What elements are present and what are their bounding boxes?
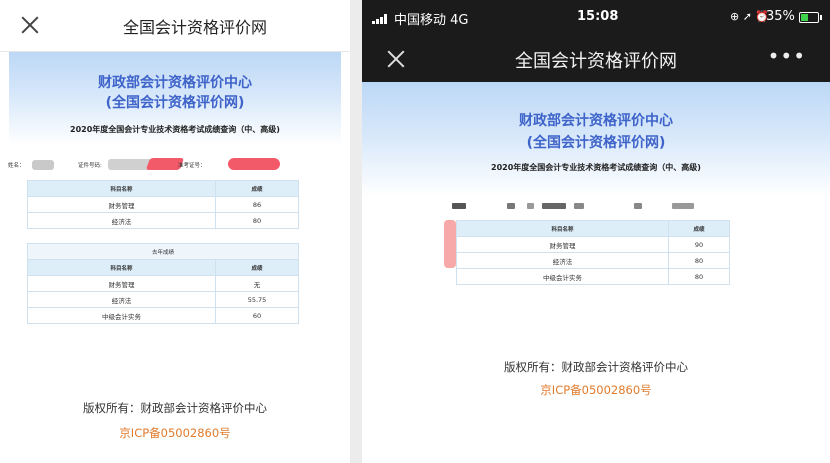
icp-link[interactable]: 京ICP备05002860号 [362, 382, 830, 398]
org-subname: (全国会计资格评价网) [526, 135, 666, 151]
left-panel: 全国会计资格评价网 财政部会计资格评价中心 (全国会计资格评价网) 2020年度… [0, 0, 350, 463]
table-row: 财务管理 无 [27, 275, 299, 292]
table-row: 经济法 55.75 [27, 291, 299, 308]
score-cell: 60 [215, 307, 299, 324]
screenshot-composite: 全国会计资格评价网 财政部会计资格评价中心 (全国会计资格评价网) 2020年度… [0, 0, 830, 463]
copyright-text: 版权所有：财政部会计资格评价中心 [83, 401, 267, 415]
table-row: 经济法 80 [27, 212, 299, 229]
last-year-table: 去年成绩 科目名称 成绩 财务管理 无 经济法 55.75 中级会计实务 60 [27, 243, 299, 324]
col-subject-header: 科目名称 [27, 180, 216, 197]
subject-cell: 中级会计实务 [456, 268, 669, 285]
left-nav-bar: 全国会计资格评价网 [0, 0, 350, 52]
battery-cap [820, 15, 822, 20]
score-cell: 80 [215, 212, 299, 229]
nav-title: 全国会计资格评价网 [515, 51, 677, 72]
table-row: 财务管理 86 [27, 196, 299, 213]
score-cell: 80 [668, 252, 730, 269]
table-row: 财务管理 90 [456, 236, 730, 253]
more-icon[interactable]: ••• [768, 44, 806, 68]
subject-cell: 财务管理 [27, 275, 216, 292]
header-banner: 财政部会计资格评价中心 (全国会计资格评价网) [362, 82, 830, 197]
ticket-label: 准考证号： [178, 163, 206, 169]
subject-cell: 中级会计实务 [27, 307, 216, 324]
score-cell: 90 [668, 236, 730, 253]
battery-icon [799, 12, 819, 23]
col-subject-header: 科目名称 [27, 259, 216, 276]
col-score-header: 成绩 [215, 259, 299, 276]
score-cell: 无 [215, 275, 299, 292]
col-subject-header: 科目名称 [456, 220, 669, 237]
score-cell: 80 [668, 268, 730, 285]
copyright-text: 版权所有：财政部会计资格评价中心 [504, 360, 688, 374]
redacted-name [32, 160, 54, 170]
current-score-table: 科目名称 成绩 财务管理 86 经济法 80 [27, 180, 299, 229]
battery-percent: 35% [766, 9, 795, 24]
clock: 15:08 [577, 9, 619, 24]
table-row: 中级会计实务 60 [27, 307, 299, 324]
query-title: 2020年度全国会计专业技术资格考试成绩查询（中、高级) [491, 163, 701, 172]
name-label: 姓名： [8, 163, 25, 169]
table-row: 中级会计实务 80 [456, 268, 730, 285]
score-cell: 55.75 [215, 291, 299, 308]
candidate-info: 姓名： 证件号码: 准考证号： [8, 158, 343, 172]
score-table: 科目名称 成绩 财务管理 90 经济法 80 中级会计实务 80 [456, 220, 730, 285]
status-bar: 中国移动 4G 15:08 ⊕ ➚ ⏰ 35% [362, 0, 830, 36]
subject-cell: 财务管理 [27, 196, 216, 213]
org-subname: (全国会计资格评价网) [105, 95, 245, 111]
nav-title: 全国会计资格评价网 [122, 18, 267, 37]
subject-cell: 经济法 [456, 252, 669, 269]
table-caption: 去年成绩 [27, 243, 299, 260]
subject-cell: 财务管理 [456, 236, 669, 253]
table-row: 经济法 80 [456, 252, 730, 269]
subject-cell: 经济法 [27, 212, 216, 229]
panel-divider [350, 0, 362, 463]
carrier-label: 中国移动 4G [394, 13, 469, 28]
right-nav-bar: 全国会计资格评价网 ••• [362, 36, 830, 82]
redaction-mark [444, 220, 456, 268]
id-label: 证件号码: [78, 163, 102, 169]
signal-icon [372, 14, 388, 24]
status-icons: ⊕ ➚ ⏰ [730, 10, 770, 23]
org-name: 财政部会计资格评价中心 [98, 75, 252, 91]
query-title: 2020年度全国会计专业技术资格考试成绩查询（中、高级) [70, 125, 280, 134]
icp-link[interactable]: 京ICP备05002860号 [0, 425, 350, 441]
col-score-header: 成绩 [215, 180, 299, 197]
redacted-ticket [228, 158, 280, 170]
score-cell: 86 [215, 196, 299, 213]
col-score-header: 成绩 [668, 220, 730, 237]
org-name: 财政部会计资格评价中心 [519, 113, 673, 129]
right-panel: 中国移动 4G 15:08 ⊕ ➚ ⏰ 35% 全国会计资格评价网 ••• 财政… [362, 0, 830, 463]
subject-cell: 经济法 [27, 291, 216, 308]
